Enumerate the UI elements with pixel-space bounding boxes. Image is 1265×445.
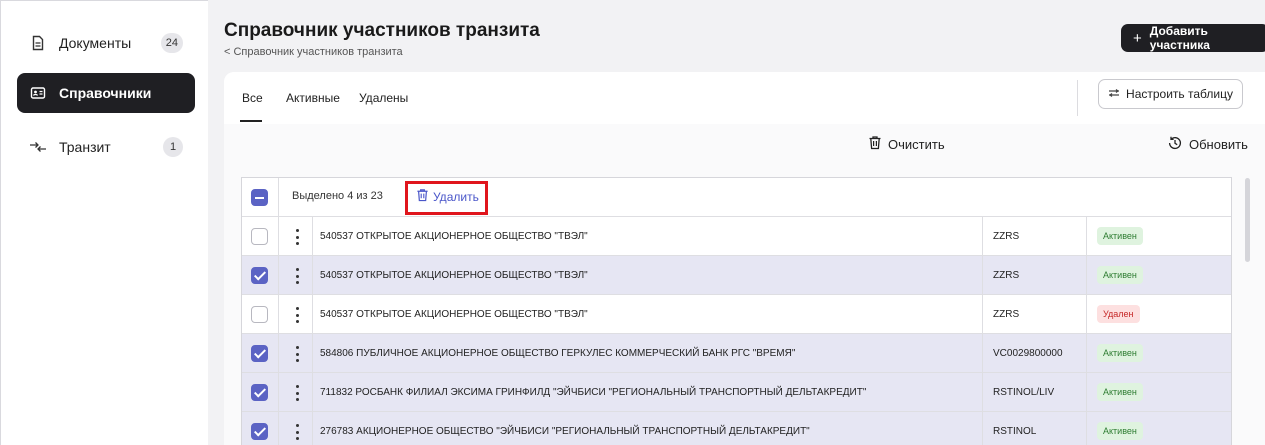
participant-code: RSTINOL/LIV	[993, 387, 1055, 398]
status-badge: Активен	[1097, 227, 1143, 245]
sidebar-item-transit[interactable]: Транзит 1	[17, 127, 195, 167]
more-options-icon[interactable]	[292, 267, 302, 285]
divider	[1086, 295, 1087, 334]
count-badge: 1	[163, 137, 183, 157]
divider	[278, 295, 279, 334]
row-checkbox[interactable]	[251, 384, 268, 401]
configure-table-button[interactable]: Настроить таблицу	[1098, 79, 1243, 109]
page-title: Справочник участников транзита	[224, 20, 540, 41]
divider	[982, 295, 983, 334]
divider	[312, 295, 313, 334]
divider	[982, 412, 983, 445]
participant-name: 276783 АКЦИОНЕРНОЕ ОБЩЕСТВО "ЭЙЧБИСИ "РЕ…	[320, 426, 810, 437]
divider	[982, 256, 983, 295]
status-badge: Активен	[1097, 422, 1143, 440]
sidebar-item-directories[interactable]: Справочники	[17, 73, 195, 113]
sidebar-item-documents[interactable]: Документы 24	[17, 23, 195, 63]
participant-name: 540537 ОТКРЫТОЕ АКЦИОНЕРНОЕ ОБЩЕСТВО "ТВ…	[320, 309, 588, 320]
selection-count: Выделено 4 из 23	[292, 190, 383, 202]
divider	[312, 217, 313, 256]
row-checkbox[interactable]	[251, 267, 268, 284]
divider	[278, 178, 279, 217]
active-tab-indicator	[240, 120, 262, 122]
trash-icon	[868, 135, 882, 153]
divider	[982, 373, 983, 412]
divider	[1086, 373, 1087, 412]
sidebar-item-label: Документы	[59, 35, 132, 51]
status-badge: Удален	[1097, 305, 1140, 323]
row-checkbox[interactable]	[251, 345, 268, 362]
breadcrumb[interactable]: < Справочник участников транзита	[224, 46, 403, 58]
refresh-button[interactable]: Обновить	[1167, 135, 1248, 154]
configure-table-label: Настроить таблицу	[1126, 87, 1233, 101]
more-options-icon[interactable]	[292, 384, 302, 402]
status-badge: Активен	[1097, 383, 1143, 401]
divider	[278, 217, 279, 256]
divider	[312, 334, 313, 373]
sidebar-item-label: Транзит	[59, 139, 111, 155]
participant-name: 711832 РОСБАНК ФИЛИАЛ ЭКСИМА ГРИНФИЛД "Э…	[320, 387, 867, 398]
vertical-scrollbar[interactable]	[1245, 178, 1250, 262]
status-badge: Активен	[1097, 266, 1143, 284]
sidebar: Документы 24 Справочники Транзит 1	[0, 0, 208, 445]
divider	[278, 373, 279, 412]
participant-name: 540537 ОТКРЫТОЕ АКЦИОНЕРНОЕ ОБЩЕСТВО "ТВ…	[320, 270, 588, 281]
table-row[interactable]: 540537 ОТКРЫТОЕ АКЦИОНЕРНОЕ ОБЩЕСТВО "ТВ…	[242, 217, 1231, 256]
table-row[interactable]: 584806 ПУБЛИЧНОЕ АКЦИОНЕРНОЕ ОБЩЕСТВО ГЕ…	[242, 334, 1231, 373]
participant-code: ZZRS	[993, 309, 1020, 320]
select-all-checkbox[interactable]	[251, 189, 268, 206]
table-row[interactable]: 276783 АКЦИОНЕРНОЕ ОБЩЕСТВО "ЭЙЧБИСИ "РЕ…	[242, 412, 1231, 445]
divider	[278, 412, 279, 445]
participant-code: RSTINOL	[993, 426, 1037, 437]
tab-active[interactable]: Активные	[286, 91, 340, 105]
participant-name: 584806 ПУБЛИЧНОЕ АКЦИОНЕРНОЕ ОБЩЕСТВО ГЕ…	[320, 348, 796, 359]
tab-all[interactable]: Все	[242, 91, 263, 105]
add-participant-label: Добавить участника	[1149, 24, 1210, 52]
participants-table: Выделено 4 из 23 Удалить 540537 ОТКРЫТОЕ…	[241, 177, 1232, 445]
status-badge: Активен	[1097, 344, 1143, 362]
divider	[1086, 256, 1087, 295]
clear-button[interactable]: Очистить	[868, 135, 945, 153]
participant-code: VC0029800000	[993, 348, 1063, 359]
divider	[1086, 217, 1087, 256]
row-checkbox[interactable]	[251, 228, 268, 245]
divider	[982, 334, 983, 373]
divider	[278, 256, 279, 295]
participant-code: ZZRS	[993, 270, 1020, 281]
row-checkbox[interactable]	[251, 423, 268, 440]
transit-arrows-icon	[29, 138, 47, 156]
tabs-bar: Все Активные Удалены Настроить таблицу	[224, 72, 1265, 124]
more-options-icon[interactable]	[292, 345, 302, 363]
participant-code: ZZRS	[993, 231, 1020, 242]
divider	[312, 412, 313, 445]
participant-name: 540537 ОТКРЫТОЕ АКЦИОНЕРНОЕ ОБЩЕСТВО "ТВ…	[320, 231, 588, 242]
clear-label: Очистить	[888, 136, 945, 152]
refresh-label: Обновить	[1189, 137, 1248, 152]
sidebar-item-label: Справочники	[59, 85, 152, 101]
row-checkbox[interactable]	[251, 306, 268, 323]
count-badge: 24	[160, 33, 183, 53]
delete-button-highlight	[405, 181, 488, 215]
table-row[interactable]: 540537 ОТКРЫТОЕ АКЦИОНЕРНОЕ ОБЩЕСТВО "ТВ…	[242, 295, 1231, 334]
divider	[1086, 334, 1087, 373]
history-icon	[1167, 135, 1183, 154]
more-options-icon[interactable]	[292, 423, 302, 441]
tab-deleted[interactable]: Удалены	[359, 91, 408, 105]
id-card-icon	[29, 84, 47, 102]
divider	[982, 217, 983, 256]
table-row[interactable]: 711832 РОСБАНК ФИЛИАЛ ЭКСИМА ГРИНФИЛД "Э…	[242, 373, 1231, 412]
divider	[1086, 412, 1087, 445]
divider	[312, 373, 313, 412]
more-options-icon[interactable]	[292, 228, 302, 246]
plus-icon: +	[1133, 29, 1142, 47]
divider	[1077, 80, 1078, 116]
add-participant-button[interactable]: + Добавить участника	[1121, 24, 1265, 52]
more-options-icon[interactable]	[292, 306, 302, 324]
document-icon	[29, 34, 47, 52]
divider	[312, 256, 313, 295]
table-row[interactable]: 540537 ОТКРЫТОЕ АКЦИОНЕРНОЕ ОБЩЕСТВО "ТВ…	[242, 256, 1231, 295]
divider	[278, 334, 279, 373]
selection-header-row: Выделено 4 из 23 Удалить	[242, 178, 1231, 217]
sliders-icon	[1108, 87, 1120, 101]
